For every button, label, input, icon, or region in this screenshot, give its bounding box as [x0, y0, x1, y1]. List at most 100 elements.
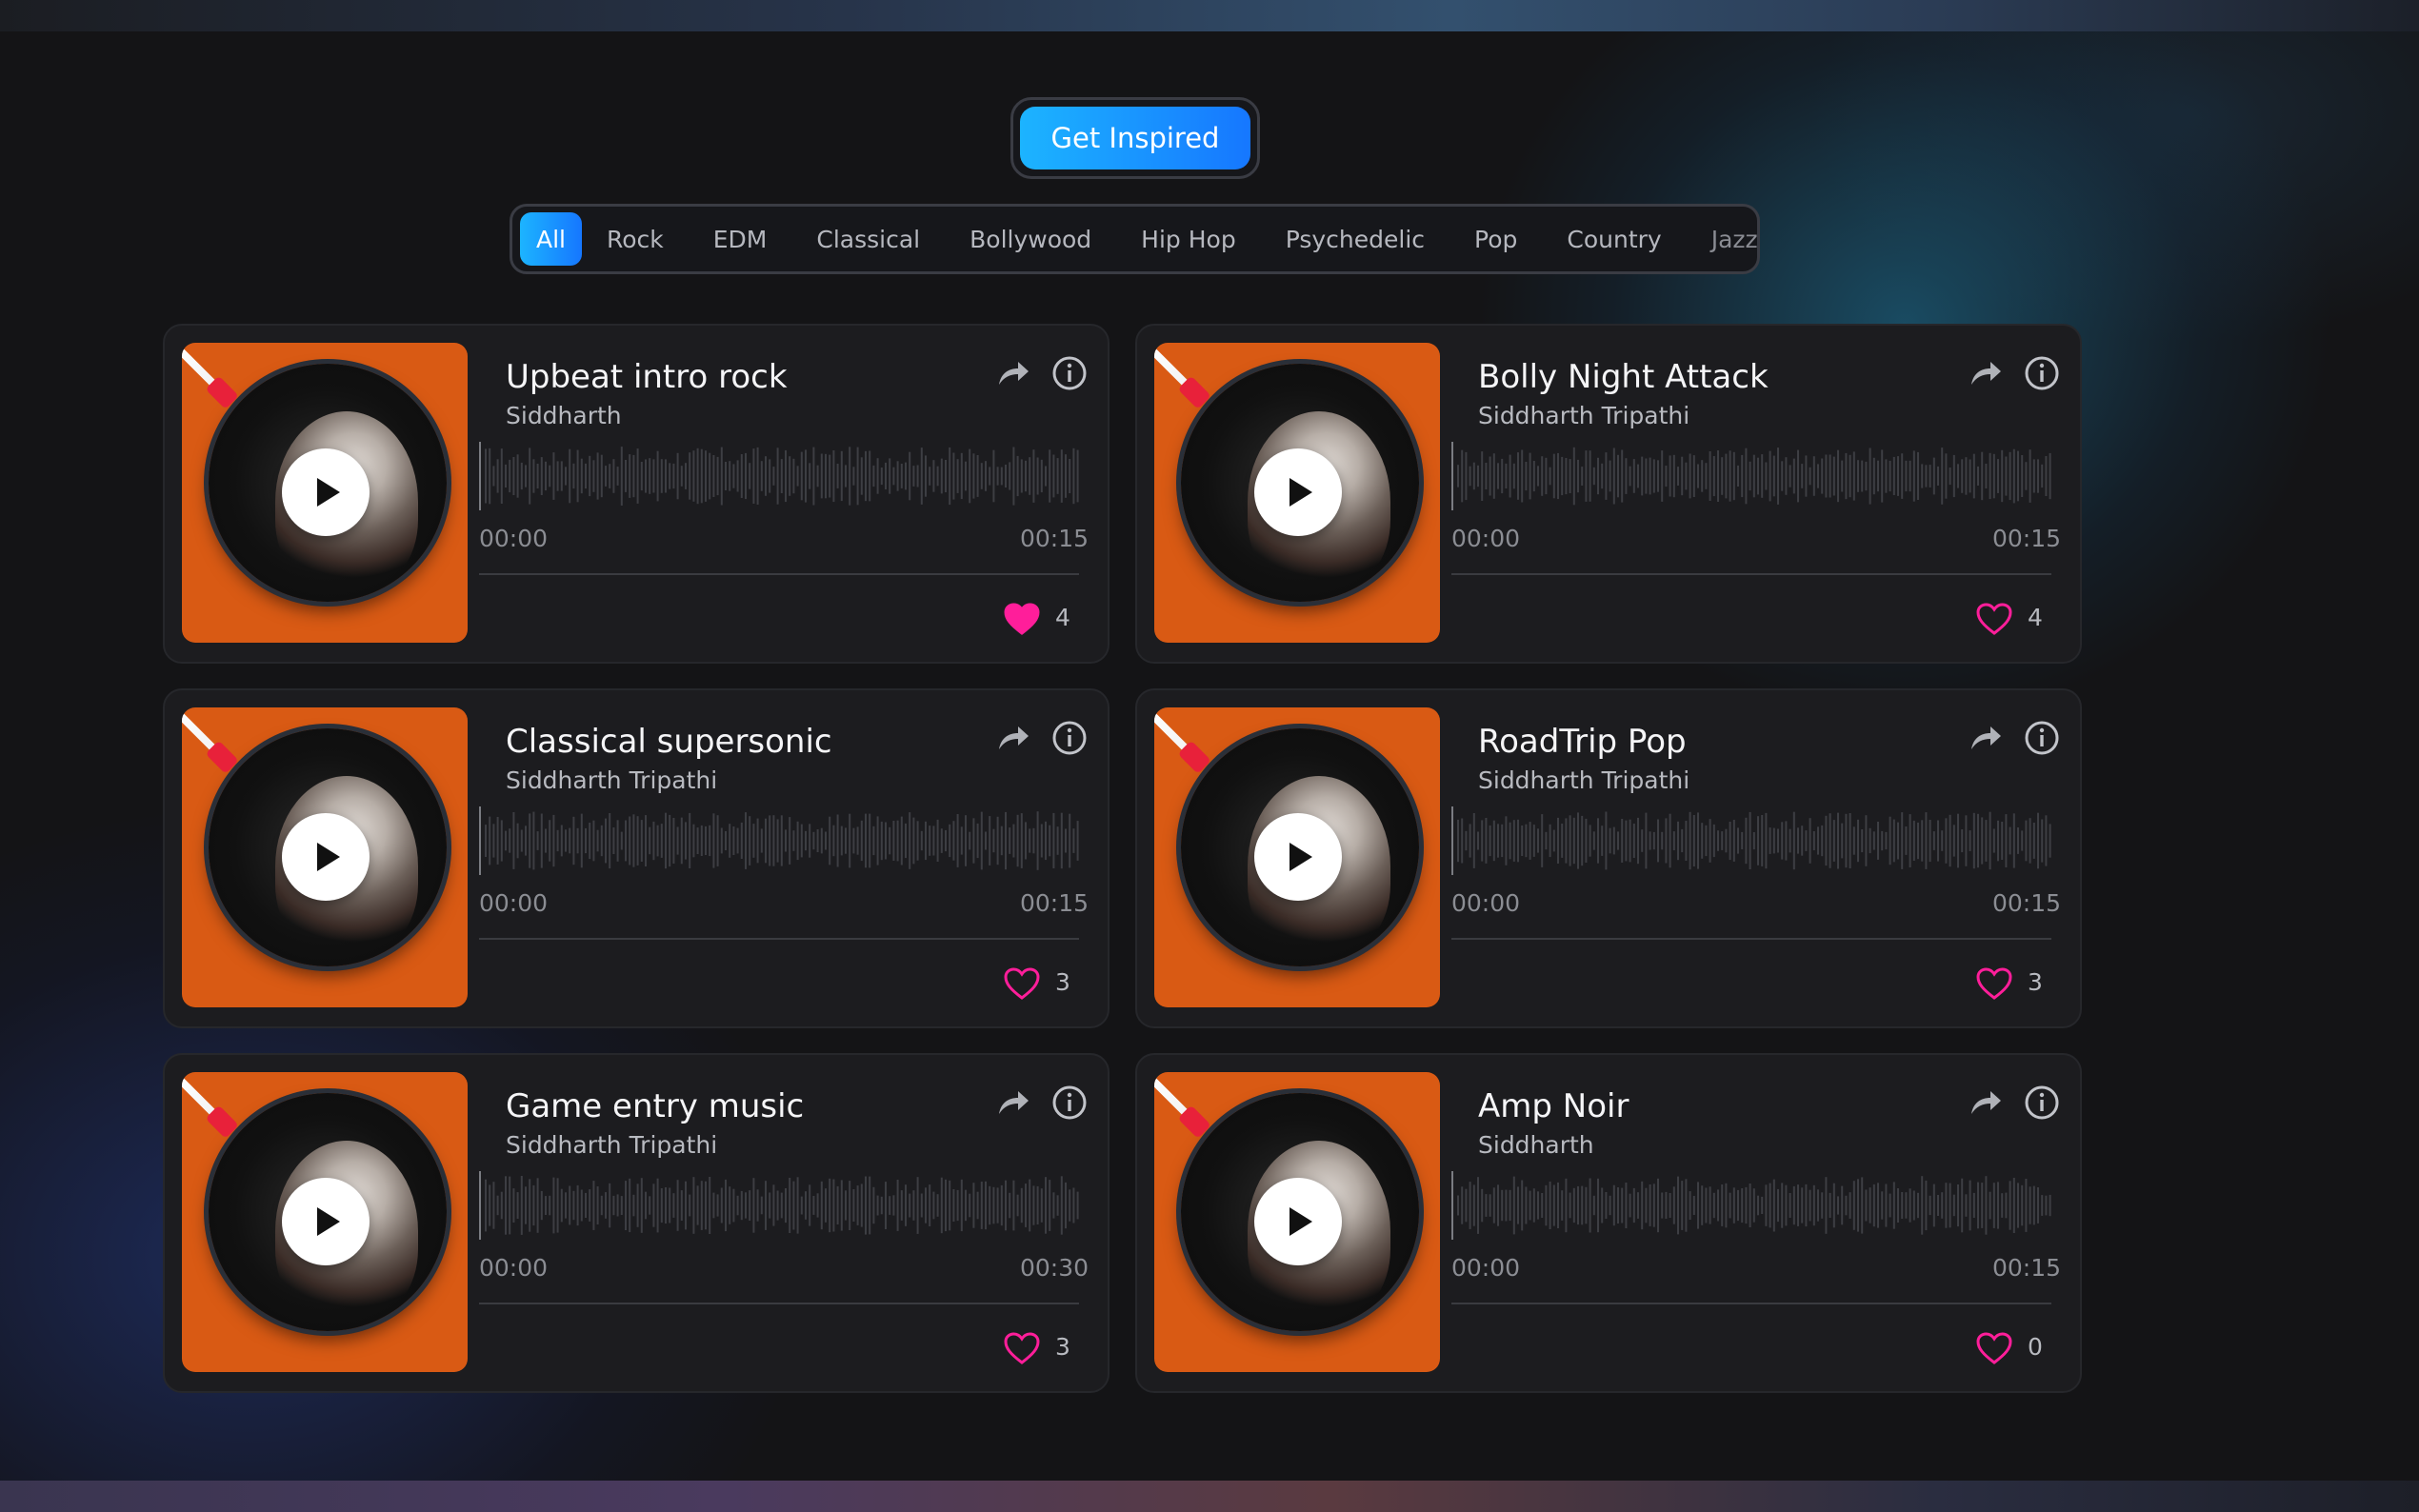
genre-tab-jazz[interactable]: Jazz: [1687, 212, 1783, 266]
like-count: 3: [1055, 968, 1070, 996]
waveform-slider[interactable]: [1451, 442, 2051, 510]
track-card: Classical supersonic Siddharth Tripathi …: [163, 688, 1110, 1028]
tonearm: [182, 707, 240, 775]
album-cover: [1154, 1072, 1440, 1372]
track-title: Amp Noir: [1478, 1087, 1629, 1125]
track-title: Classical supersonic: [506, 723, 832, 761]
track-artist: Siddharth Tripathi: [506, 766, 718, 794]
play-icon: [317, 478, 340, 507]
track-card: Game entry music Siddharth Tripathi 00:0…: [163, 1053, 1110, 1393]
info-icon[interactable]: [2023, 1084, 2061, 1122]
divider: [1451, 573, 2051, 575]
tonearm: [182, 1072, 240, 1140]
play-button[interactable]: [1254, 813, 1342, 901]
genre-tab-all[interactable]: All: [520, 212, 582, 266]
info-icon[interactable]: [2023, 354, 2061, 392]
genre-tab-bollywood[interactable]: Bollywood: [945, 212, 1116, 266]
like-count: 0: [2028, 1333, 2043, 1361]
get-inspired-frame: Get Inspired: [1010, 97, 1260, 179]
heart-icon[interactable]: [1975, 1331, 2013, 1365]
duration: 00:15: [1991, 525, 2061, 552]
duration: 00:15: [1019, 889, 1089, 917]
duration: 00:30: [1019, 1254, 1089, 1282]
tonearm: [1154, 707, 1212, 775]
top-strip: [0, 0, 2419, 31]
waveform-slider[interactable]: [1451, 1171, 2051, 1240]
get-inspired-button[interactable]: Get Inspired: [1020, 107, 1250, 169]
current-time: 00:00: [479, 1254, 549, 1282]
heart-icon[interactable]: [1975, 966, 2013, 1001]
track-title: Bolly Night Attack: [1478, 358, 1769, 396]
genre-filter-bar: All Rock EDM Classical Bollywood Hip Hop…: [510, 204, 1760, 274]
duration: 00:15: [1991, 1254, 2061, 1282]
genre-tab-pop[interactable]: Pop: [1449, 212, 1542, 266]
current-time: 00:00: [479, 889, 549, 917]
current-time: 00:00: [1451, 525, 1521, 552]
play-button[interactable]: [282, 1178, 370, 1265]
play-button[interactable]: [282, 448, 370, 536]
share-arrow-icon[interactable]: [993, 354, 1031, 392]
heart-icon[interactable]: [1003, 602, 1041, 636]
share-arrow-icon[interactable]: [1966, 354, 2004, 392]
genre-tab-classical[interactable]: Classical: [791, 212, 945, 266]
like-count: 3: [2028, 968, 2043, 996]
album-cover: [1154, 343, 1440, 643]
play-icon: [317, 843, 340, 871]
genre-tab-rock[interactable]: Rock: [582, 212, 689, 266]
tonearm: [182, 343, 240, 410]
heart-icon[interactable]: [1003, 966, 1041, 1001]
track-card: Amp Noir Siddharth 00:00 00:15 0: [1135, 1053, 2082, 1393]
info-icon[interactable]: [1050, 719, 1089, 757]
play-icon: [1289, 478, 1312, 507]
genre-tab-psychedelic[interactable]: Psychedelic: [1261, 212, 1449, 266]
current-time: 00:00: [1451, 889, 1521, 917]
play-button[interactable]: [1254, 1178, 1342, 1265]
waveform-slider[interactable]: [479, 806, 1079, 875]
divider: [479, 938, 1079, 940]
waveform-slider[interactable]: [479, 442, 1079, 510]
share-arrow-icon[interactable]: [993, 1084, 1031, 1122]
info-icon[interactable]: [2023, 719, 2061, 757]
album-cover: [182, 707, 468, 1007]
share-arrow-icon[interactable]: [1966, 719, 2004, 757]
divider: [479, 1303, 1079, 1304]
album-cover: [1154, 707, 1440, 1007]
play-icon: [1289, 843, 1312, 871]
info-icon[interactable]: [1050, 1084, 1089, 1122]
play-icon: [317, 1207, 340, 1236]
heart-icon[interactable]: [1003, 1331, 1041, 1365]
divider: [1451, 938, 2051, 940]
play-button[interactable]: [1254, 448, 1342, 536]
divider: [479, 573, 1079, 575]
genre-tab-country[interactable]: Country: [1542, 212, 1686, 266]
waveform-slider[interactable]: [479, 1171, 1079, 1240]
waveform-slider[interactable]: [1451, 806, 2051, 875]
duration: 00:15: [1019, 525, 1089, 552]
share-arrow-icon[interactable]: [1966, 1084, 2004, 1122]
info-icon[interactable]: [1050, 354, 1089, 392]
track-card: Upbeat intro rock Siddharth 00:00 00:15 …: [163, 324, 1110, 664]
share-arrow-icon[interactable]: [993, 719, 1031, 757]
heart-icon[interactable]: [1975, 602, 2013, 636]
track-card: RoadTrip Pop Siddharth Tripathi 00:00 00…: [1135, 688, 2082, 1028]
track-artist: Siddharth Tripathi: [1478, 402, 1690, 429]
divider: [1451, 1303, 2051, 1304]
track-artist: Siddharth: [506, 402, 622, 429]
genre-tab-edm[interactable]: EDM: [689, 212, 792, 266]
genre-tab-hip-hop[interactable]: Hip Hop: [1116, 212, 1261, 266]
album-cover: [182, 343, 468, 643]
track-artist: Siddharth Tripathi: [1478, 766, 1690, 794]
play-button[interactable]: [282, 813, 370, 901]
play-icon: [1289, 1207, 1312, 1236]
track-title: Upbeat intro rock: [506, 358, 788, 396]
track-title: Game entry music: [506, 1087, 805, 1125]
track-artist: Siddharth: [1478, 1131, 1594, 1159]
like-count: 4: [2028, 604, 2043, 631]
duration: 00:15: [1991, 889, 2061, 917]
track-card: Bolly Night Attack Siddharth Tripathi 00…: [1135, 324, 2082, 664]
track-title: RoadTrip Pop: [1478, 723, 1687, 761]
like-count: 4: [1055, 604, 1070, 631]
tonearm: [1154, 1072, 1212, 1140]
like-count: 3: [1055, 1333, 1070, 1361]
current-time: 00:00: [1451, 1254, 1521, 1282]
